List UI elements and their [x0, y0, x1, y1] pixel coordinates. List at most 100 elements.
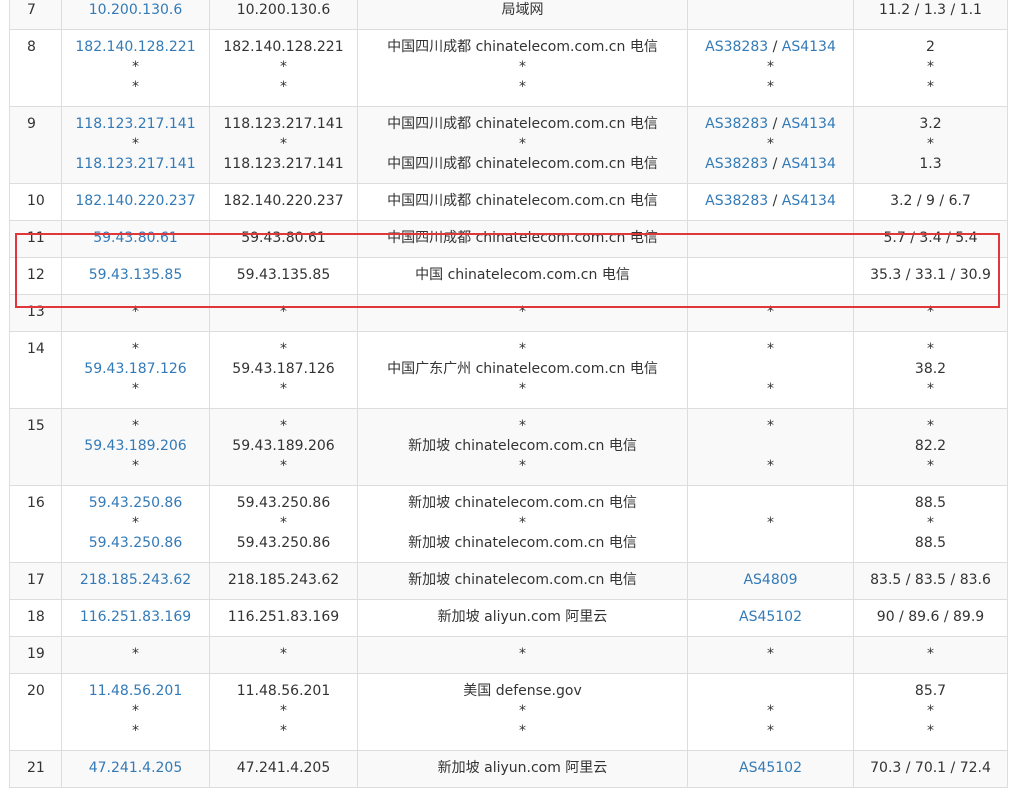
asn-empty: * — [767, 341, 774, 357]
ip-link[interactable]: 182.140.128.221 — [62, 37, 209, 57]
hostname-text: * — [280, 341, 287, 357]
location-text: 新加坡 chinatelecom.com.cn 电信 — [408, 535, 637, 551]
location-text: * — [519, 79, 526, 95]
latency-cell: 90 / 89.6 / 89.9 — [853, 599, 1008, 637]
asn-link[interactable]: AS45102 — [739, 609, 802, 625]
asn-empty: * — [767, 136, 774, 152]
latency-text: 2 — [926, 39, 935, 55]
hostname-text: * — [280, 304, 287, 320]
hostname-text: 10.200.130.6 — [236, 2, 331, 18]
ip-link[interactable]: 59.43.250.86 — [62, 533, 209, 553]
ip-link[interactable]: 10.200.130.6 — [62, 0, 209, 20]
asn-link[interactable]: AS38283 — [705, 116, 768, 132]
location-text: 中国广东广州 chinatelecom.com.cn 电信 — [387, 361, 658, 377]
trace-row-18: 18 116.251.83.169 116.251.83.169 新加坡 aliyun… — [9, 599, 1008, 637]
asn-cell: * — [687, 485, 854, 563]
hop-number-label: 20 — [27, 683, 45, 699]
ip-link[interactable]: 116.251.83.169 — [62, 607, 209, 627]
location-cell: * — [357, 636, 688, 674]
hostname-cell: 182.140.220.237 — [209, 183, 358, 221]
location-text: 局域网 — [501, 2, 544, 18]
latency-text: 82.2 — [914, 438, 947, 454]
ip-link[interactable]: 59.43.80.61 — [62, 228, 209, 248]
ip-link[interactable]: 11.48.56.201 — [62, 681, 209, 701]
asn-link[interactable]: AS4134 — [782, 39, 836, 55]
latency-text: 70.3 / 70.1 / 72.4 — [870, 760, 991, 776]
asn-line — [688, 436, 853, 456]
ip-text: * — [132, 703, 139, 719]
asn-link[interactable]: AS45102 — [739, 760, 802, 776]
asn-link[interactable]: AS38283 — [705, 39, 768, 55]
hostname-text: 59.43.135.85 — [236, 267, 331, 283]
location-text: 中国四川成都 chinatelecom.com.cn 电信 — [387, 230, 658, 246]
asn-link[interactable]: AS4134 — [782, 116, 836, 132]
asn-empty: * — [767, 646, 774, 662]
location-text: 新加坡 aliyun.com 阿里云 — [437, 609, 608, 625]
location-text: * — [519, 136, 526, 152]
hop-number-label: 13 — [27, 304, 45, 320]
asn-line — [688, 533, 853, 553]
asn-link[interactable]: AS38283 — [705, 156, 768, 172]
ip-link[interactable]: 59.43.187.126 — [62, 359, 209, 379]
latency-text: 88.5 — [914, 495, 947, 511]
location-text: 中国四川成都 chinatelecom.com.cn 电信 — [387, 156, 658, 172]
asn-link[interactable]: AS4134 — [782, 156, 836, 172]
asn-link[interactable]: AS38283 — [705, 193, 768, 209]
asn-line: * — [688, 416, 853, 436]
trace-row-11: 11 59.43.80.61 59.43.80.61 中国四川成都 chinatele… — [9, 220, 1008, 258]
asn-line: * — [688, 701, 853, 721]
asn-line: AS45102 — [688, 758, 853, 778]
asn-cell: * — [687, 636, 854, 674]
latency-cell: 11.2 / 1.3 / 1.1 — [853, 0, 1008, 30]
asn-link[interactable]: AS4809 — [743, 572, 797, 588]
latency-text: * — [927, 341, 934, 357]
ip-link[interactable]: 59.43.189.206 — [62, 436, 209, 456]
trace-row-15: 15 * 59.43.189.206 * * 59.43.189.206 * * 新加坡 chi… — [9, 408, 1008, 486]
asn-empty: * — [767, 79, 774, 95]
asn-line: * — [688, 644, 853, 664]
location-text: 新加坡 aliyun.com 阿里云 — [437, 760, 608, 776]
location-cell: 新加坡 chinatelecom.com.cn 电信 * 新加坡 chinatele… — [357, 485, 688, 563]
trace-row-14: 14 * 59.43.187.126 * * 59.43.187.126 * * 中国广东广州 … — [9, 331, 1008, 409]
asn-cell: AS38283 / AS4134 * AS38283 / AS4134 — [687, 106, 854, 184]
ip-cell: 59.43.135.85 — [61, 257, 210, 295]
ip-link[interactable]: 118.123.217.141 — [62, 114, 209, 134]
asn-empty: * — [767, 723, 774, 739]
location-text: 中国 chinatelecom.com.cn 电信 — [415, 267, 630, 283]
trace-row-16: 16 59.43.250.86 * 59.43.250.86 59.43.250.86 *… — [9, 485, 1008, 563]
asn-cell: * — [687, 294, 854, 332]
latency-text: * — [927, 515, 934, 531]
asn-line: * — [688, 57, 853, 77]
asn-separator: / — [768, 39, 782, 55]
hop-number: 21 — [9, 750, 62, 788]
asn-empty: * — [767, 304, 774, 320]
hostname-text: * — [280, 458, 287, 474]
ip-link[interactable]: 59.43.135.85 — [62, 265, 209, 285]
hop-number-label: 19 — [27, 646, 45, 662]
asn-cell: AS45102 — [687, 599, 854, 637]
ip-cell: * 59.43.187.126 * — [61, 331, 210, 409]
latency-cell: 83.5 / 83.5 / 83.6 — [853, 562, 1008, 600]
hop-number-label: 15 — [27, 418, 45, 434]
latency-text: * — [927, 381, 934, 397]
hop-number: 11 — [9, 220, 62, 258]
hop-number: 8 — [9, 29, 62, 107]
hostname-cell: 59.43.250.86 * 59.43.250.86 — [209, 485, 358, 563]
latency-text: * — [927, 646, 934, 662]
hostname-cell: 59.43.80.61 — [209, 220, 358, 258]
asn-line: AS38283 / AS4134 — [688, 191, 853, 211]
ip-link[interactable]: 59.43.250.86 — [62, 493, 209, 513]
asn-link[interactable]: AS4134 — [782, 193, 836, 209]
asn-cell — [687, 220, 854, 258]
latency-text: 1.3 — [919, 156, 942, 172]
latency-text: * — [927, 703, 934, 719]
ip-link[interactable]: 47.241.4.205 — [62, 758, 209, 778]
ip-link[interactable]: 182.140.220.237 — [62, 191, 209, 211]
trace-row-20: 20 11.48.56.201 * * 11.48.56.201 * * 美国 defense… — [9, 673, 1008, 751]
ip-link[interactable]: 118.123.217.141 — [62, 154, 209, 174]
location-text: * — [519, 646, 526, 662]
latency-text: 83.5 / 83.5 / 83.6 — [870, 572, 991, 588]
ip-link[interactable]: 218.185.243.62 — [62, 570, 209, 590]
trace-row-17: 17 218.185.243.62 218.185.243.62 新加坡 chinat… — [9, 562, 1008, 600]
ip-text: * — [132, 381, 139, 397]
